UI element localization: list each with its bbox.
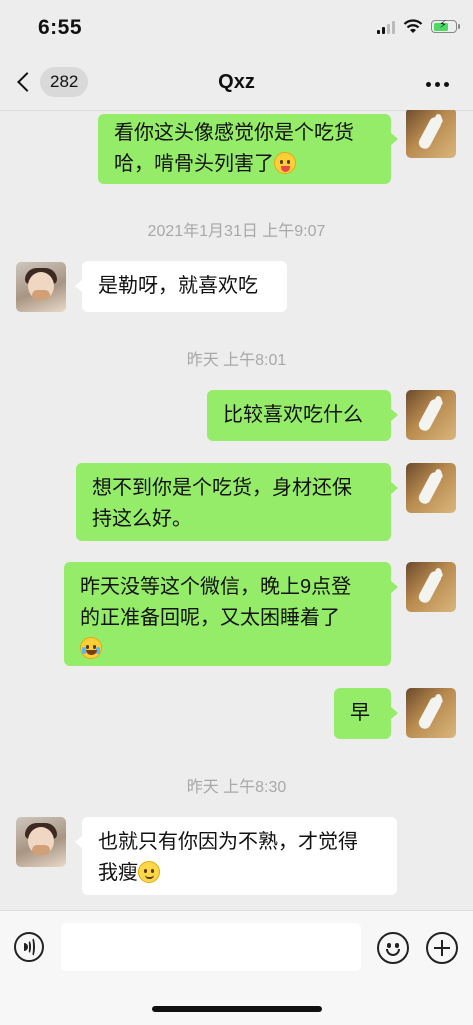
avatar[interactable]: [16, 262, 66, 312]
message-bubble-self[interactable]: 看你这头像感觉你是个吃货 哈，啃骨头列害了: [98, 114, 398, 184]
avatar[interactable]: [406, 688, 456, 738]
wifi-icon: [403, 19, 423, 33]
message-line: 看你这头像感觉你是个吃货: [114, 122, 354, 144]
avatar[interactable]: [406, 390, 456, 440]
message-line: 的正准备回呢，又太困睡着了: [80, 607, 340, 629]
message-line: 想不到你是个吃货，身材还保: [92, 477, 352, 499]
status-time: 6:55: [38, 16, 83, 39]
tongue-face-emoji: [274, 152, 296, 174]
nav-bar: 282 Qxz: [0, 56, 473, 111]
chat-list[interactable]: 看你这头像感觉你是个吃货 哈，啃骨头列害了 2021年1月31日 上午9:07 …: [0, 110, 473, 910]
timestamp: 2021年1月31日 上午9:07: [147, 223, 326, 240]
signal-icon: [377, 20, 395, 34]
avatar[interactable]: [406, 562, 456, 612]
home-indicator[interactable]: [152, 1006, 322, 1012]
message-line: 也就只有你因为不熟，才觉得: [98, 831, 358, 853]
message-bubble-self[interactable]: 早: [334, 688, 398, 739]
message-line: 哈，啃骨头列害了: [114, 153, 274, 175]
message-bubble-self[interactable]: 想不到你是个吃货，身材还保 持这么好。: [76, 463, 398, 541]
smile-emoji: [138, 861, 160, 883]
message-text: 比较喜欢吃什么: [223, 404, 363, 426]
status-bar: 6:55 ⚡: [0, 0, 473, 56]
avatar[interactable]: [406, 463, 456, 513]
message-bubble-self[interactable]: 比较喜欢吃什么: [207, 390, 398, 441]
plus-icon[interactable]: [426, 932, 458, 964]
chat-title: Qxz: [218, 71, 255, 93]
message-line: 持这么好。: [92, 508, 192, 530]
message-input[interactable]: [61, 923, 361, 971]
message-line: 我瘦: [98, 862, 138, 884]
message-bubble-self[interactable]: 昨天没等这个微信，晚上9点登 的正准备回呢，又太困睡着了: [64, 562, 398, 666]
more-icon[interactable]: [426, 82, 449, 87]
status-icons: ⚡: [377, 19, 460, 34]
timestamp: 昨天 上午8:30: [186, 779, 287, 796]
message-text: 是勒呀，就喜欢吃: [98, 275, 258, 297]
message-bubble-other[interactable]: 也就只有你因为不熟，才觉得 我瘦: [75, 817, 397, 895]
voice-icon[interactable]: [14, 932, 44, 962]
timestamp: 昨天 上午8:01: [186, 352, 287, 369]
tears-of-joy-emoji: [80, 637, 102, 659]
message-bubble-other[interactable]: 是勒呀，就喜欢吃: [75, 261, 287, 312]
message-line: 昨天没等这个微信，晚上9点登: [80, 576, 352, 598]
avatar[interactable]: [16, 817, 66, 867]
message-text: 早: [350, 702, 370, 724]
battery-charging-icon: ⚡: [431, 19, 460, 33]
avatar[interactable]: [406, 110, 456, 158]
emoji-icon[interactable]: [377, 932, 409, 964]
